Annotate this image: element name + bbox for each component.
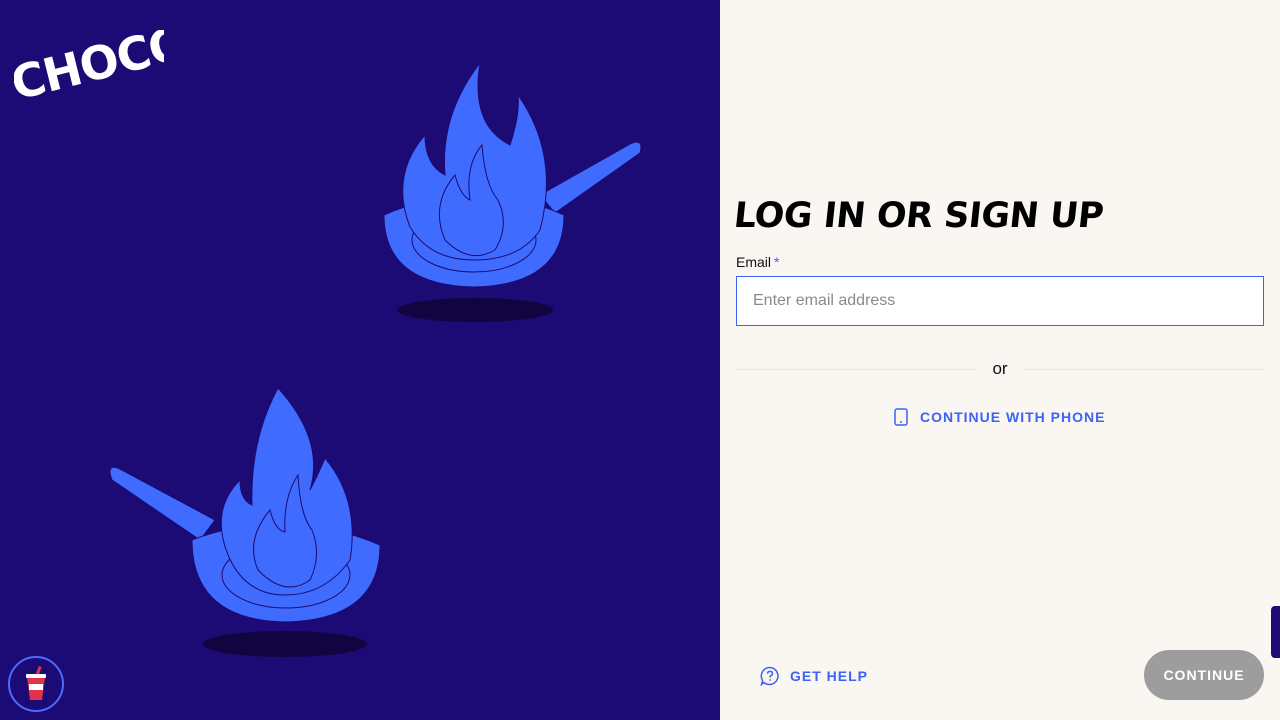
divider-line-right — [1023, 368, 1264, 370]
email-label: Email * — [736, 254, 779, 270]
side-feedback-tab[interactable] — [1271, 606, 1280, 658]
phone-icon — [894, 408, 908, 426]
divider-text: or — [992, 359, 1008, 378]
help-chat-icon — [760, 666, 779, 686]
continue-button[interactable]: CONTINUE — [1144, 650, 1264, 700]
logo-text: CHOCO — [14, 30, 164, 110]
email-input[interactable] — [736, 276, 1264, 326]
divider-line-left — [736, 368, 977, 370]
continue-with-phone-label: CONTINUE WITH PHONE — [920, 409, 1106, 425]
flaming-pan-illustration-bottom — [109, 387, 381, 657]
flaming-pan-illustration-top — [383, 62, 642, 322]
required-marker: * — [774, 254, 780, 270]
email-label-text: Email — [736, 254, 772, 270]
brand-panel: CHOCO — [0, 0, 720, 720]
continue-with-phone-button[interactable]: CONTINUE WITH PHONE — [894, 405, 1105, 429]
choco-logo: CHOCO — [14, 30, 164, 110]
page-title: LOG IN OR SIGN UP — [731, 196, 1106, 236]
get-help-button[interactable]: GET HELP — [760, 664, 868, 688]
or-divider: or — [736, 358, 1264, 380]
drink-cup-icon — [26, 666, 46, 700]
drink-cup-widget-button[interactable] — [8, 656, 64, 712]
get-help-label: GET HELP — [790, 668, 869, 684]
auth-panel: LOG IN OR SIGN UP Email* or CONTINUE WIT… — [720, 0, 1280, 720]
